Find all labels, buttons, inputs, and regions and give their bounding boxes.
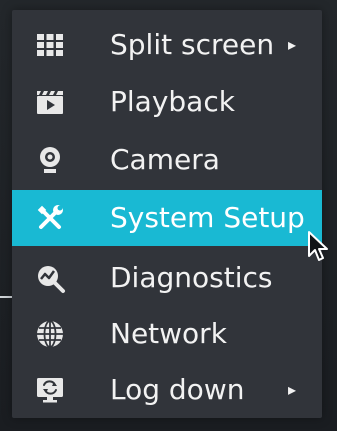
- menu-item-label: Split screen: [110, 28, 275, 61]
- monitor-cycle-icon: [37, 378, 63, 403]
- split-grid-icon: [37, 34, 63, 56]
- menu-item-label: Network: [110, 317, 227, 350]
- menu-item-label: System Setup: [110, 201, 305, 234]
- mouse-cursor-icon: [308, 231, 328, 261]
- menu-item-split-screen[interactable]: Split screen ▸: [12, 17, 322, 73]
- menu-item-label: Diagnostics: [110, 261, 273, 294]
- magnifier-graph-icon: [38, 266, 65, 293]
- clapperboard-icon: [37, 91, 63, 114]
- menu-item-log-down[interactable]: Log down ▸: [12, 362, 322, 418]
- menu-item-playback[interactable]: Playback: [12, 74, 322, 130]
- globe-icon: [37, 320, 63, 348]
- menu-item-system-setup[interactable]: System Setup: [12, 190, 322, 246]
- webcam-icon: [40, 147, 60, 173]
- submenu-arrow-icon: ▸: [288, 35, 297, 54]
- menu-item-diagnostics[interactable]: Diagnostics: [12, 250, 322, 306]
- menu-item-label: Log down: [110, 373, 245, 406]
- menu-item-label: Playback: [110, 85, 235, 118]
- context-menu: Split screen ▸ Playback Camera System Se…: [12, 10, 322, 418]
- menu-item-label: Camera: [110, 143, 220, 176]
- wrench-screwdriver-icon: [37, 205, 63, 229]
- menu-item-network[interactable]: Network: [12, 306, 322, 362]
- menu-item-camera[interactable]: Camera: [12, 132, 322, 188]
- submenu-arrow-icon: ▸: [288, 380, 297, 399]
